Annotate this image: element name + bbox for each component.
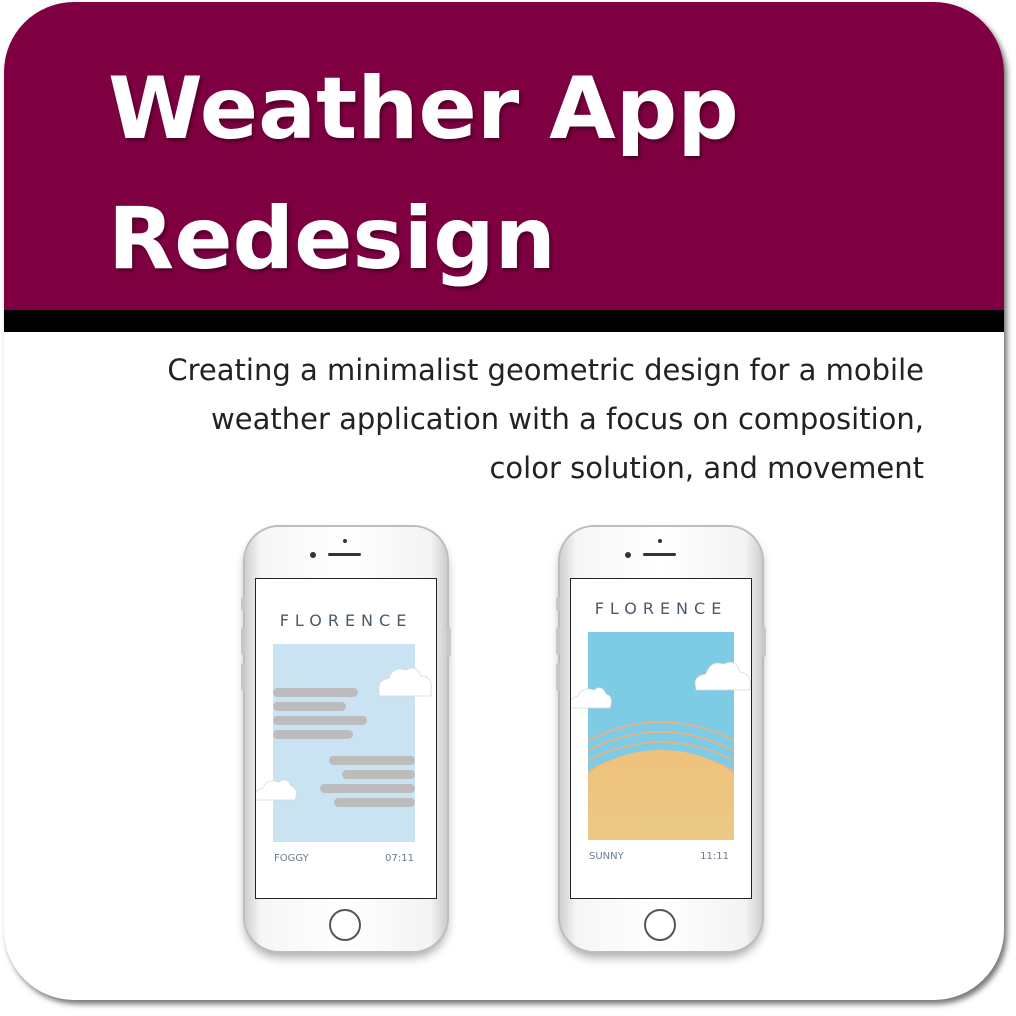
city-name: FLORENCE <box>594 599 728 618</box>
title-line-2: Redesign <box>108 189 556 289</box>
power-button <box>762 627 766 657</box>
fog-illustration <box>256 644 432 842</box>
volume-up-button <box>556 627 560 655</box>
header-banner: Weather App Redesign <box>4 2 1004 310</box>
title-line-1: Weather App <box>108 59 739 159</box>
sun-illustration <box>571 632 751 840</box>
sun-shape <box>588 750 734 840</box>
phone-screen: FLORENCE <box>570 578 752 899</box>
description-line-1: Creating a minimalist geometric design f… <box>167 353 924 387</box>
description-line-2: weather application with a focus on comp… <box>211 402 924 436</box>
header-divider <box>4 310 1004 332</box>
home-button[interactable] <box>644 909 676 941</box>
description-line-3: color solution, and movement <box>489 451 924 485</box>
volume-up-button <box>241 627 245 655</box>
proximity-sensor <box>658 539 662 543</box>
front-camera-icon <box>625 552 631 558</box>
proximity-sensor <box>343 539 347 543</box>
time-label: 11:11 <box>700 851 729 862</box>
home-button[interactable] <box>329 909 361 941</box>
volume-down-button <box>556 663 560 691</box>
phone-mockup-sunny: FLORENCE SUNNY 11:11 <box>556 527 766 951</box>
weather-condition: SUNNY <box>589 851 624 862</box>
earpiece-speaker <box>328 553 361 556</box>
front-camera-icon <box>310 552 316 558</box>
city-name: FLORENCE <box>279 611 413 630</box>
weather-condition: FOGGY <box>274 853 309 864</box>
mute-switch <box>556 597 560 611</box>
mute-switch <box>241 597 245 611</box>
sun-artwork <box>571 632 751 840</box>
project-description: Creating a minimalist geometric design f… <box>64 346 924 493</box>
phone-mockup-foggy: FLORENCE FOGGY 07:11 <box>241 527 451 951</box>
volume-down-button <box>241 663 245 691</box>
time-label: 07:11 <box>385 853 414 864</box>
phone-screen: FLORENCE <box>255 578 437 899</box>
project-card[interactable]: Weather App Redesign Creating a minimali… <box>4 2 1004 1000</box>
earpiece-speaker <box>643 553 676 556</box>
power-button <box>447 627 451 657</box>
page-title: Weather App Redesign <box>108 44 739 304</box>
fog-artwork <box>256 644 432 842</box>
